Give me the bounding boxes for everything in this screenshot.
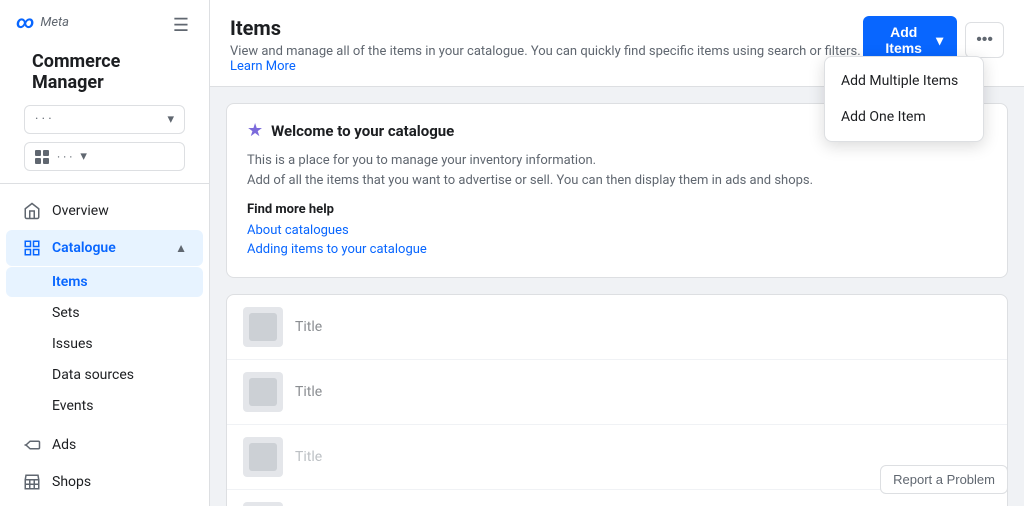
learn-more-link[interactable]: Learn More: [230, 59, 296, 74]
item-thumbnail: [243, 437, 283, 477]
catalogue-icon: [22, 238, 42, 258]
sidebar-header: ∞ Meta ☰ Commerce Manager · · · ▾ · · · …: [0, 0, 209, 184]
adding-items-link[interactable]: Adding items to your catalogue: [247, 242, 987, 257]
add-multiple-items-option[interactable]: Add Multiple Items: [825, 63, 983, 99]
main-content: Items View and manage all of the items i…: [210, 0, 1024, 506]
table-row[interactable]: Title: [227, 295, 1007, 360]
sidebar-item-ads[interactable]: Ads: [6, 427, 203, 463]
sets-label: Sets: [52, 305, 80, 321]
home-icon: [22, 201, 42, 221]
grid-chevron-icon: ▾: [80, 149, 87, 164]
item-title: Title: [295, 449, 322, 465]
catalogue-dropdown[interactable]: · · · ▾: [24, 105, 185, 134]
sidebar-item-shops[interactable]: Shops: [6, 464, 203, 500]
sidebar-item-data-sources[interactable]: Data sources: [6, 360, 203, 390]
meta-logo-icon: ∞: [16, 12, 34, 33]
shops-icon: [22, 472, 42, 492]
sidebar-item-overview-label: Overview: [52, 203, 109, 219]
data-sources-label: Data sources: [52, 367, 134, 383]
grid-selector[interactable]: · · · ▾: [24, 142, 185, 171]
ads-icon: [22, 435, 42, 455]
grid-label: · · ·: [57, 150, 72, 164]
item-title: Title: [295, 384, 322, 400]
meta-label: Meta: [40, 15, 69, 30]
sidebar-item-ads-label: Ads: [52, 437, 76, 453]
app-title: Commerce Manager: [16, 43, 193, 101]
item-thumbnail: [243, 307, 283, 347]
welcome-body: This is a place for you to manage your i…: [247, 151, 987, 190]
events-label: Events: [52, 398, 93, 414]
table-row[interactable]: Title: [227, 360, 1007, 425]
add-items-dropdown: Add Multiple Items Add One Item: [824, 56, 984, 142]
catalogue-chevron-icon: ▲: [175, 241, 187, 255]
sidebar-nav: Overview Catalogue ▲ Items Sets: [0, 184, 209, 506]
star-icon: ★: [247, 120, 263, 141]
items-label: Items: [52, 274, 88, 290]
more-options-button[interactable]: •••: [965, 22, 1004, 58]
report-problem-button[interactable]: Report a Problem: [880, 465, 1008, 494]
header-left: Items View and manage all of the items i…: [230, 16, 863, 74]
welcome-title: Welcome to your catalogue: [271, 122, 454, 140]
find-help-title: Find more help: [247, 202, 987, 217]
about-catalogues-link[interactable]: About catalogues: [247, 223, 987, 238]
sidebar: ∞ Meta ☰ Commerce Manager · · · ▾ · · · …: [0, 0, 210, 506]
item-thumbnail: [243, 502, 283, 506]
sidebar-item-events[interactable]: Events: [6, 391, 203, 421]
sidebar-item-overview[interactable]: Overview: [6, 193, 203, 229]
page-content: ★ Welcome to your catalogue This is a pl…: [210, 87, 1024, 506]
meta-logo: ∞ Meta: [16, 12, 69, 33]
page-subtitle: View and manage all of the items in your…: [230, 44, 863, 74]
report-problem-area: Report a Problem: [880, 465, 1008, 494]
sidebar-item-settings[interactable]: Settings: [6, 501, 203, 506]
sidebar-item-sets[interactable]: Sets: [6, 298, 203, 328]
catalogue-item-left: Catalogue: [22, 238, 116, 258]
catalogue-sub-nav: Items Sets Issues Data sources Events: [0, 267, 209, 426]
page-title: Items: [230, 16, 863, 40]
sidebar-item-items[interactable]: Items: [6, 267, 203, 297]
sidebar-item-catalogue[interactable]: Catalogue ▲: [6, 230, 203, 266]
item-title: Title: [295, 319, 322, 335]
add-one-item-option[interactable]: Add One Item: [825, 99, 983, 135]
sidebar-item-shops-label: Shops: [52, 474, 91, 490]
chevron-down-icon: ▾: [167, 112, 174, 127]
sidebar-item-catalogue-label: Catalogue: [52, 240, 116, 256]
add-items-chevron-icon: ▾: [936, 32, 943, 49]
dropdown-value: · · ·: [35, 112, 52, 127]
issues-label: Issues: [52, 336, 93, 352]
sidebar-item-issues[interactable]: Issues: [6, 329, 203, 359]
grid-icon: [35, 150, 49, 164]
hamburger-button[interactable]: ☰: [169, 13, 193, 38]
item-thumbnail: [243, 372, 283, 412]
